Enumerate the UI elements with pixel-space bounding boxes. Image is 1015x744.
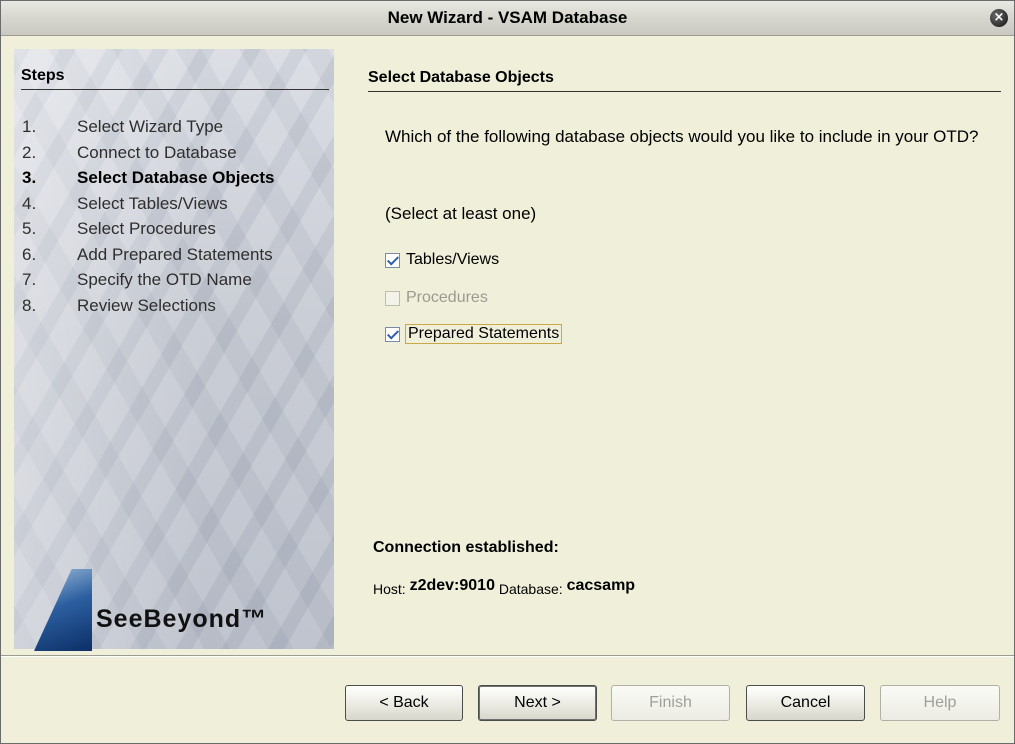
step-label: Select Wizard Type <box>77 117 224 136</box>
checkbox-tables-views[interactable]: Tables/Views <box>385 249 499 271</box>
step-label: Review Selections <box>77 295 216 315</box>
step-label: Select Tables/Views <box>77 193 228 213</box>
connection-details: Host: z2dev:9010 Database: cacsamp <box>373 577 635 599</box>
checkbox-label-procedures: Procedures <box>406 289 488 306</box>
question-text: Which of the following database objects … <box>385 127 979 146</box>
checkbox-prepared-statements[interactable]: Prepared Statements <box>385 323 563 345</box>
checkbox-checked-icon[interactable] <box>385 326 400 342</box>
help-button: Help <box>880 685 1000 721</box>
checkbox-checked-icon[interactable] <box>385 252 400 268</box>
cancel-button[interactable]: Cancel <box>746 685 865 721</box>
next-button[interactable]: Next > <box>478 685 597 721</box>
step-item-2: 2. Connect to Database <box>22 142 237 162</box>
step-item-8: 8. Review Selections <box>22 295 216 315</box>
database-value: cacsamp <box>566 577 636 594</box>
window-title: New Wizard - VSAM Database <box>387 8 628 27</box>
step-item-6: 6. Add Prepared Statements <box>22 244 273 264</box>
host-value: z2dev:9010 <box>409 577 495 594</box>
step-item-7: 7. Specify the OTD Name <box>22 270 252 289</box>
hint-text: (Select at least one) <box>385 204 537 223</box>
database-label: Database: <box>498 581 563 597</box>
step-item-3-current: 3. Select Database Objects <box>22 168 275 187</box>
step-label: Specify the OTD Name <box>77 270 252 289</box>
checkbox-label-tables-views[interactable]: Tables/Views <box>406 251 499 269</box>
button-bar-divider <box>1 655 1014 657</box>
checkbox-unchecked-icon <box>385 290 400 306</box>
checkbox-label-prepared-statements[interactable]: Prepared Statements <box>404 324 563 344</box>
host-label: Host: <box>373 581 406 597</box>
steps-heading: Steps <box>21 67 329 90</box>
steps-list: 1. Select Wizard Type 2. Connect to Databa… <box>22 114 274 318</box>
step-label: Connect to Database <box>77 142 237 162</box>
title-bar: New Wizard - VSAM Database × <box>1 1 1014 36</box>
step-item-5: 5. Select Procedures <box>22 219 216 238</box>
wizard-window: New Wizard - VSAM Database × Steps 1. Sel… <box>0 0 1015 744</box>
logo-text: SeeBeyond™ <box>96 605 268 633</box>
page-title: Select Database Objects <box>368 69 1001 92</box>
finish-button: Finish <box>611 685 730 721</box>
step-item-1: 1. Select Wizard Type <box>22 117 224 136</box>
step-label: Select Database Objects <box>77 168 275 187</box>
close-icon[interactable]: × <box>990 9 1008 27</box>
connection-status-title: Connection established: <box>373 539 559 556</box>
step-label: Add Prepared Statements <box>77 244 273 264</box>
seebeyond-logo: SeeBeyond™ <box>34 569 324 651</box>
step-label: Select Procedures <box>77 219 216 238</box>
back-button[interactable]: < Back <box>345 685 463 721</box>
logo-mark-icon <box>34 569 92 651</box>
step-item-4: 4. Select Tables/Views <box>22 193 228 213</box>
checkbox-procedures: Procedures <box>385 287 488 309</box>
